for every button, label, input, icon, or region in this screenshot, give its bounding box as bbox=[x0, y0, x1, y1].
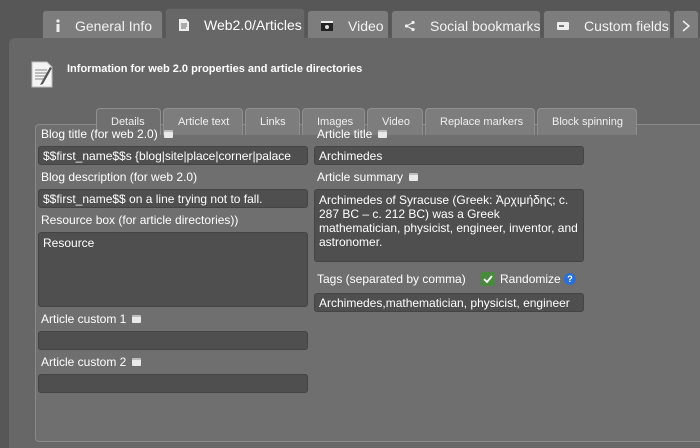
tab-video-label: Video bbox=[348, 17, 384, 34]
clipboard-icon[interactable] bbox=[132, 315, 142, 323]
clipboard-icon[interactable] bbox=[378, 130, 388, 138]
tab-more[interactable] bbox=[673, 10, 699, 40]
article-custom-1-label: Article custom 1 bbox=[41, 312, 142, 326]
resource-box-label: Resource box (for article directories)) bbox=[41, 213, 239, 227]
clipboard-icon[interactable] bbox=[409, 173, 419, 181]
article-title-field[interactable]: Archimedes bbox=[314, 146, 584, 165]
document-icon bbox=[178, 18, 190, 32]
tab-replace-markers[interactable]: Replace markers bbox=[425, 108, 535, 135]
film-icon bbox=[320, 19, 334, 33]
clipboard-icon[interactable] bbox=[163, 130, 173, 138]
tab-article-text[interactable]: Article text bbox=[163, 108, 243, 135]
blog-description-label: Blog description (for web 2.0) bbox=[41, 170, 198, 184]
clipboard-icon[interactable] bbox=[132, 358, 142, 366]
more-icon bbox=[679, 19, 693, 33]
article-custom-2-label: Article custom 2 bbox=[41, 355, 142, 369]
resource-box-field[interactable]: Resource bbox=[38, 232, 308, 307]
tab-social-bookmarks[interactable]: Social bookmarks bbox=[391, 10, 541, 40]
blog-title-field[interactable]: $$first_name$$s {blog|site|place|corner|… bbox=[38, 146, 308, 165]
tab-web20-articles[interactable]: Web2.0/Articles bbox=[165, 8, 305, 40]
tab-social-bookmarks-label: Social bookmarks bbox=[430, 17, 541, 34]
tab-block-spinning[interactable]: Block spinning bbox=[537, 108, 637, 135]
article-summary-field[interactable]: Archimedes of Syracuse (Greek: Ἀρχιμήδης… bbox=[314, 189, 584, 262]
tab-general-info-label: General Info bbox=[75, 17, 153, 34]
tab-links[interactable]: Links bbox=[245, 108, 300, 135]
document-edit-icon bbox=[30, 59, 54, 89]
randomize-label: Randomize bbox=[500, 272, 561, 286]
article-title-label: Article title bbox=[317, 127, 388, 141]
randomize-checkbox[interactable] bbox=[481, 272, 495, 286]
article-custom-2-field[interactable] bbox=[38, 374, 308, 393]
tab-video[interactable]: Video bbox=[307, 10, 389, 40]
tab-custom-fields-label: Custom fields bbox=[584, 17, 669, 34]
tags-label: Tags (separated by comma) bbox=[317, 272, 466, 286]
tab-general-info[interactable]: General Info bbox=[42, 10, 163, 40]
blog-title-label: Blog title (for web 2.0) bbox=[41, 127, 173, 141]
share-icon bbox=[404, 19, 416, 33]
card-icon bbox=[556, 19, 570, 33]
section-header: Information for web 2.0 properties and a… bbox=[30, 59, 362, 89]
tags-field[interactable]: Archimedes,mathematician, physicist, eng… bbox=[314, 293, 584, 312]
top-tab-bar: General Info Web2.0/Articles Video Socia… bbox=[42, 8, 700, 40]
article-summary-label: Article summary bbox=[317, 170, 419, 184]
tab-custom-fields[interactable]: Custom fields bbox=[543, 10, 671, 40]
info-icon bbox=[55, 18, 61, 33]
page-title: Information for web 2.0 properties and a… bbox=[67, 63, 363, 75]
tab-web20-articles-label: Web2.0/Articles bbox=[204, 16, 302, 33]
help-icon[interactable]: ? bbox=[564, 273, 576, 285]
blog-description-field[interactable]: $$first_name$$ on a line trying not to f… bbox=[38, 189, 308, 208]
article-custom-1-field[interactable] bbox=[38, 331, 308, 350]
